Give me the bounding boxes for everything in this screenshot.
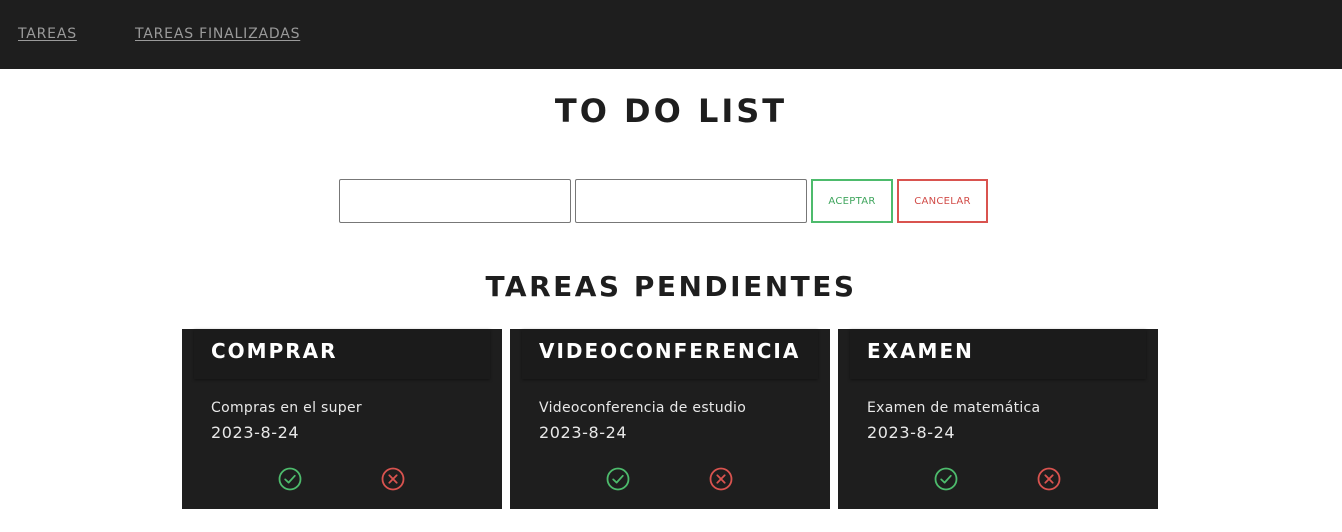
check-circle-icon[interactable] — [606, 467, 630, 491]
task-title: EXAMEN — [867, 339, 974, 363]
task-date: 2023-8-24 — [211, 423, 300, 442]
task-card-header: EXAMEN — [850, 329, 1146, 379]
page-title: TO DO LIST — [554, 92, 788, 130]
nav-link-tareas-finalizadas[interactable]: TAREAS FINALIZADAS — [135, 26, 300, 42]
task-card: EXAMEN Examen de matemática 2023-8-24 — [838, 329, 1158, 509]
x-circle-icon[interactable] — [709, 467, 733, 491]
task-description: Compras en el super — [211, 400, 362, 416]
check-circle-icon[interactable] — [934, 467, 958, 491]
cancel-button[interactable]: CANCELAR — [897, 179, 988, 223]
task-date: 2023-8-24 — [867, 423, 956, 442]
task-title: COMPRAR — [211, 339, 338, 363]
x-circle-icon[interactable] — [1037, 467, 1061, 491]
task-description: Examen de matemática — [867, 400, 1041, 416]
task-card: COMPRAR Compras en el super 2023-8-24 — [182, 329, 502, 509]
pending-tasks-title: TAREAS PENDIENTES — [485, 270, 857, 303]
task-card-header: VIDEOCONFERENCIA — [522, 329, 818, 379]
check-circle-icon[interactable] — [278, 467, 302, 491]
nav-link-tareas[interactable]: TAREAS — [18, 26, 77, 42]
task-card-header: COMPRAR — [194, 329, 490, 379]
task-date: 2023-8-24 — [539, 423, 628, 442]
task-card: VIDEOCONFERENCIA Videoconferencia de est… — [510, 329, 830, 509]
task-title-input[interactable] — [339, 179, 571, 223]
task-description: Videoconferencia de estudio — [539, 400, 747, 416]
top-navbar: TAREAS TAREAS FINALIZADAS — [0, 0, 1342, 69]
task-description-input[interactable] — [575, 179, 807, 223]
accept-button[interactable]: ACEPTAR — [811, 179, 893, 223]
task-title: VIDEOCONFERENCIA — [539, 339, 801, 363]
x-circle-icon[interactable] — [381, 467, 405, 491]
